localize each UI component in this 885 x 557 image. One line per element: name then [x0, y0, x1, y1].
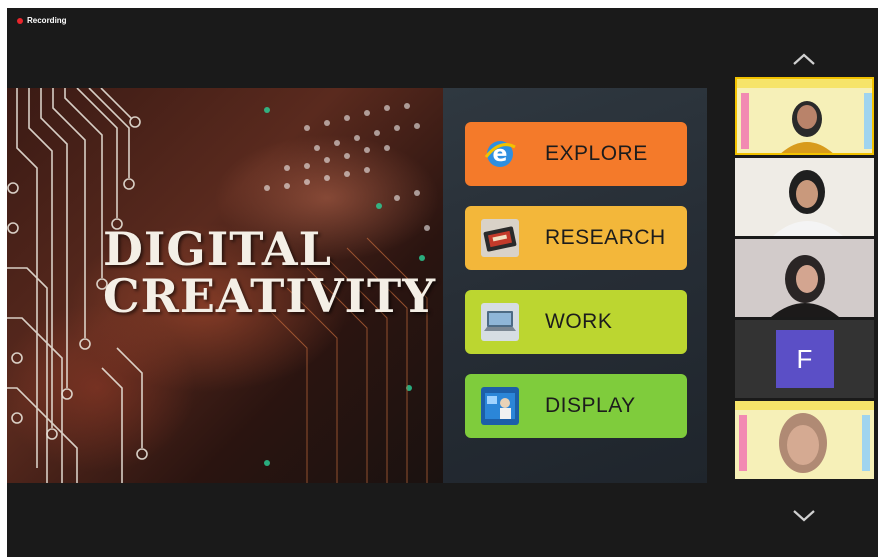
participant-avatar: F [775, 330, 834, 388]
meeting-window: Recording DIGITAL CREATIVITY e EXPLORE R… [7, 8, 878, 557]
shared-slide: DIGITAL CREATIVITY e EXPLORE RESEARCH WO… [7, 88, 707, 483]
participant-tile-4[interactable]: F [735, 320, 874, 398]
browser-e-icon: e [481, 135, 519, 173]
participant-tile-1[interactable] [735, 77, 874, 155]
menu-button-display[interactable]: DISPLAY [465, 374, 687, 438]
participant-tile-5[interactable] [735, 401, 874, 479]
participant-video-3 [735, 239, 874, 317]
menu-button-work-label: WORK [545, 310, 613, 333]
participant-video-2 [735, 158, 874, 236]
scroll-down-chevron-icon[interactable] [791, 508, 817, 522]
recording-dot-icon [17, 17, 23, 24]
participant-video-5 [735, 401, 874, 479]
scroll-up-chevron-icon[interactable] [791, 52, 817, 66]
menu-button-work[interactable]: WORK [465, 290, 687, 354]
slide-title: DIGITAL CREATIVITY [103, 226, 436, 320]
display-image-icon [481, 387, 519, 425]
slide-menu-panel: e EXPLORE RESEARCH WORK DISPLAY [443, 88, 707, 483]
menu-button-research-label: RESEARCH [545, 226, 666, 249]
slide-title-line2: CREATIVITY [103, 268, 437, 323]
slide-title-panel: DIGITAL CREATIVITY [7, 88, 443, 483]
recording-label: Recording [27, 16, 67, 25]
menu-button-research[interactable]: RESEARCH [465, 206, 687, 270]
recording-indicator: Recording [17, 16, 67, 25]
menu-button-explore[interactable]: e EXPLORE [465, 122, 687, 186]
menu-button-explore-label: EXPLORE [545, 142, 648, 165]
slide-title-line1: DIGITAL [103, 222, 332, 276]
participant-video-1 [737, 79, 872, 153]
laptop-image-icon [481, 303, 519, 341]
participant-tile-2[interactable] [735, 158, 874, 236]
participant-tile-3[interactable] [735, 239, 874, 317]
menu-button-display-label: DISPLAY [545, 394, 636, 417]
research-image-icon [481, 219, 519, 257]
participant-initial: F [796, 343, 813, 374]
